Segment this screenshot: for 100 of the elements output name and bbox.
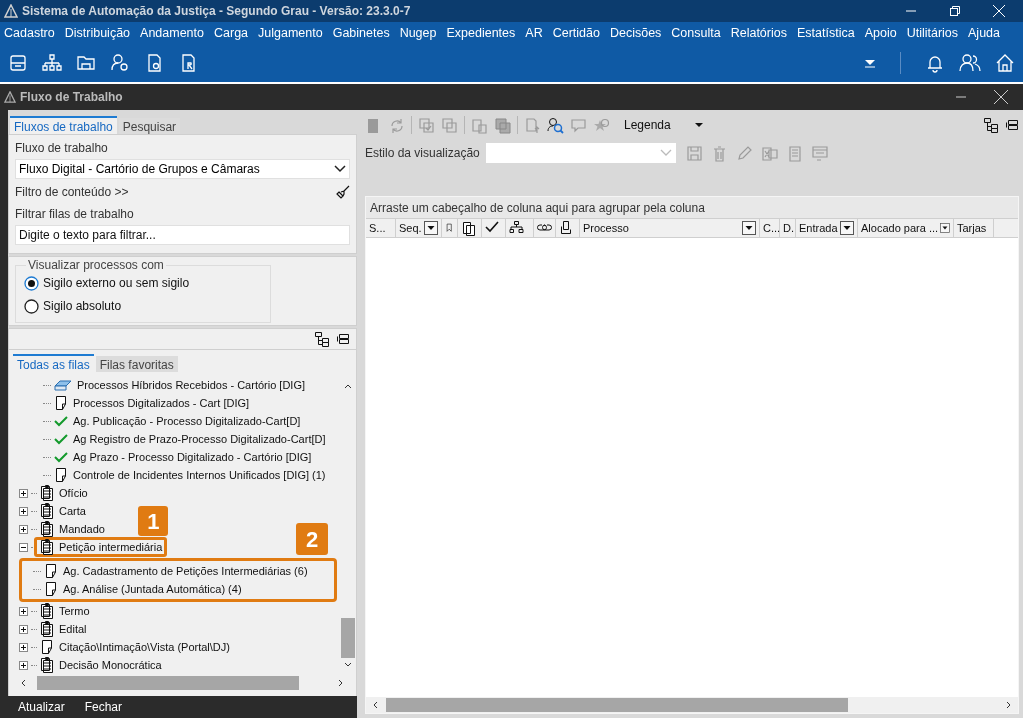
clipboard-icon[interactable] [40,539,54,555]
tree-expand-icon[interactable] [314,331,330,347]
checkmark-icon[interactable] [54,433,68,445]
menu-item[interactable]: Andamento [140,23,204,43]
menu-item[interactable]: Julgamento [258,23,323,43]
tree-collapse-icon[interactable] [336,332,350,346]
clipboard-icon[interactable] [40,621,54,637]
tree-item[interactable]: Processos Digitalizados - Cart [DIG] [73,394,250,412]
tree-expand-icon[interactable] [983,117,999,133]
user-search-icon[interactable] [547,116,564,134]
tree-item[interactable]: Decisão Monocrática [59,656,162,674]
menu-item[interactable]: Cadastro [4,23,55,43]
scroll-thumb[interactable] [341,618,355,658]
menu-item[interactable]: Distribuição [64,23,131,43]
expand-icon[interactable] [19,506,28,516]
expand-icon[interactable] [19,488,28,498]
clipboard-icon[interactable] [40,603,54,619]
tab[interactable]: Todas as filas [13,354,94,372]
menu-item[interactable]: Certidão [552,23,600,43]
tree-item[interactable]: Termo [59,602,90,620]
menu-item[interactable]: Gabinetes [332,23,390,43]
tree-item[interactable]: Ag. Cadastramento de Petições Intermediárias (6) [63,562,308,580]
content-filter-link[interactable]: Filtro de conteúdo >> [15,183,129,201]
scanner-icon[interactable] [54,378,72,392]
clipboard-icon[interactable] [40,503,54,519]
filter-dropdown-icon[interactable] [940,221,950,235]
home-icon[interactable] [995,53,1015,73]
dropdown-arrow-icon[interactable] [864,57,876,69]
tree-item[interactable]: Ag Registro de Prazo-Processo Digitalizado-Cart[D] [73,430,326,448]
column-header[interactable]: Alocado para ... [858,219,954,237]
expand-icon[interactable] [19,624,28,634]
radio-label[interactable]: Sigilo absoluto [43,297,122,315]
menu-item[interactable]: Decisões [609,23,662,43]
footer-button[interactable]: Atualizar [18,698,65,716]
brush-icon[interactable] [336,185,350,199]
menu-item[interactable]: Nugep [399,23,437,43]
tab[interactable]: Fluxos de trabalho [10,116,117,134]
checkmark-icon[interactable] [54,451,68,463]
star-clock-icon[interactable] [593,116,610,134]
scroll-thumb[interactable] [37,676,299,690]
filter-dropdown-icon[interactable] [424,221,438,235]
filter-input[interactable]: Digite o texto para filtrar... [15,225,350,245]
expand-icon[interactable] [19,524,28,534]
collapse-icon[interactable] [19,542,28,552]
clipboard-icon[interactable] [40,521,54,537]
printer-icon[interactable] [8,53,28,73]
users-icon[interactable] [959,53,981,73]
tree-item[interactable]: Ofício [59,484,88,502]
expand-icon[interactable] [19,660,28,670]
column-header[interactable]: Entrada [796,219,858,237]
radio-button[interactable] [24,275,39,291]
copy-check-icon[interactable] [418,116,435,134]
document-icon[interactable] [44,581,58,597]
column-header[interactable]: Seq. [396,219,442,237]
column-header[interactable] [506,219,534,237]
user-gear-icon[interactable] [110,53,130,73]
tree-item[interactable]: Mandado [59,520,105,538]
hierarchy-icon[interactable] [42,53,62,73]
tree-item[interactable]: Ag Prazo - Processo Digitalizado - Cartório [DIG] [73,448,312,466]
radio-label[interactable]: Sigilo externo ou sem sigilo [43,274,190,292]
menu-item[interactable]: Carga [214,23,249,43]
filter-dropdown-icon[interactable] [742,221,756,235]
radio-button[interactable] [24,298,39,314]
column-header[interactable] [482,219,506,237]
tree-item[interactable]: Ag. Análise (Juntada Automática) (4) [63,580,242,598]
horizontal-scrollbar[interactable] [366,697,1018,713]
tree-collapse-icon[interactable] [1005,118,1019,132]
tab[interactable]: Filas favoritas [95,356,178,372]
folder-icon[interactable] [76,53,96,73]
scroll-thumb[interactable] [386,698,848,712]
menu-item[interactable]: Ajuda [968,23,1000,43]
tree-item[interactable]: Controle de Incidentes Internos Unificados [DIG] (1) [73,466,326,484]
tree-item[interactable]: Carta [59,502,86,520]
expand-icon[interactable] [19,642,28,652]
clipboard-icon[interactable] [40,485,54,501]
expand-icon[interactable] [19,606,28,616]
menu-item[interactable]: AR [525,23,543,43]
document-icon[interactable] [54,395,68,411]
menu-item[interactable]: Apoio [864,23,897,43]
workflow-dropdown[interactable]: Fluxo Digital - Cartório de Grupos e Câmaras [15,159,350,179]
document-icon[interactable] [44,563,58,579]
menu-item[interactable]: Estatística [796,23,855,43]
legend-dropdown-button[interactable]: Legenda [624,116,703,134]
column-header[interactable] [534,219,556,237]
bell-icon[interactable] [925,53,945,73]
document-icon[interactable] [54,467,68,483]
checkmark-icon[interactable] [54,415,68,427]
column-header[interactable]: Tarjas [954,219,994,237]
column-header[interactable]: S... [366,219,396,237]
column-header[interactable]: Processo [580,219,760,237]
clipboard-icon[interactable] [40,657,54,673]
menu-item[interactable]: Utilitários [906,23,959,43]
menu-item[interactable]: Relatórios [730,23,787,43]
menu-item[interactable]: Expedientes [446,23,516,43]
tree-item[interactable]: Ag. Publicação - Processo Digitalizado-Cart[D] [73,412,301,430]
tree-item[interactable]: Processos Híbridos Recebidos - Cartório [DIG] [77,376,306,394]
tree-item[interactable]: Petição intermediária [59,538,163,556]
tree-item[interactable]: Edital [59,620,87,638]
footer-button[interactable]: Fechar [84,698,123,716]
document-icon[interactable] [40,639,54,655]
